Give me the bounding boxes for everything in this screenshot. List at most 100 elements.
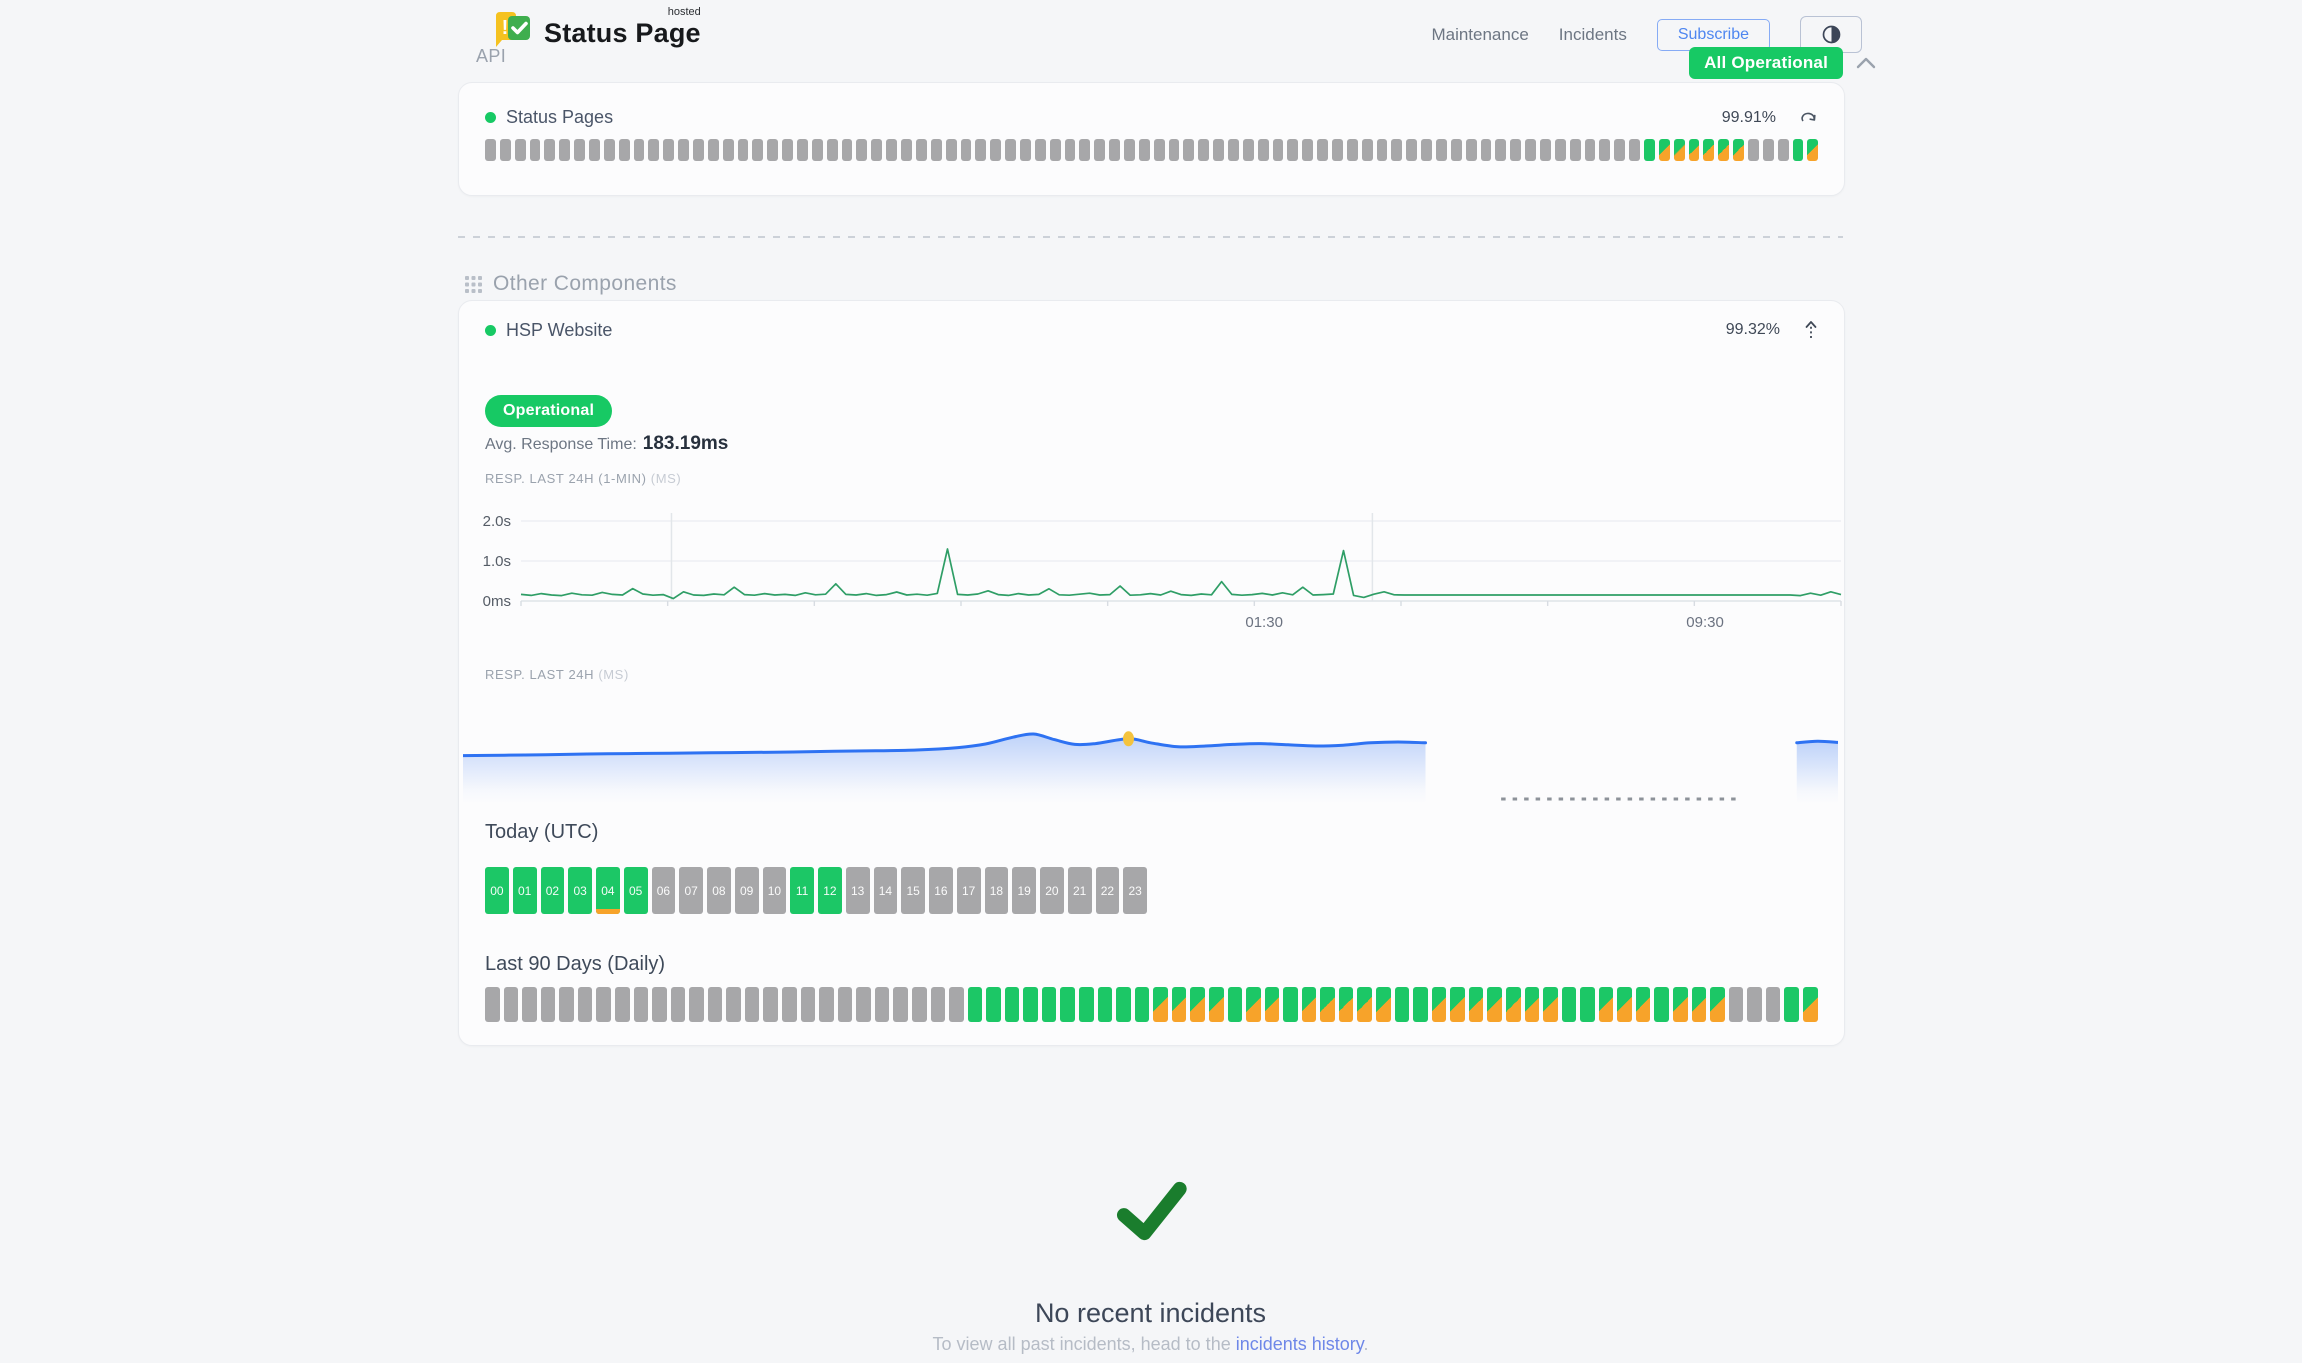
status-block bbox=[1395, 987, 1410, 1022]
status-block bbox=[856, 987, 871, 1022]
chart1-unit: (MS) bbox=[651, 471, 682, 486]
status-block bbox=[1258, 139, 1269, 161]
avg-response-value: 183.19ms bbox=[643, 433, 729, 454]
status-block: 17 bbox=[957, 867, 981, 914]
status-block bbox=[1580, 987, 1595, 1022]
status-block bbox=[1451, 139, 1462, 161]
status-block bbox=[678, 139, 689, 161]
status-block: 16 bbox=[929, 867, 953, 914]
refresh-icon[interactable] bbox=[1800, 110, 1818, 126]
operational-badge: Operational bbox=[485, 395, 612, 427]
status-block bbox=[1169, 139, 1180, 161]
component-name: HSP Website bbox=[506, 320, 612, 341]
incidents-history-link[interactable]: incidents history bbox=[1236, 1334, 1364, 1354]
status-block bbox=[1079, 139, 1090, 161]
status-block bbox=[1718, 139, 1729, 161]
status-block bbox=[1570, 139, 1581, 161]
status-block bbox=[578, 987, 593, 1022]
status-block bbox=[708, 987, 723, 1022]
status-block bbox=[689, 987, 704, 1022]
status-block: 12 bbox=[818, 867, 842, 914]
status-block bbox=[1060, 987, 1075, 1022]
brand-text: Status Page hosted bbox=[544, 18, 701, 49]
status-block bbox=[574, 139, 585, 161]
status-block bbox=[1098, 987, 1113, 1022]
chart2-label: RESP. LAST 24H (MS) bbox=[485, 667, 629, 682]
status-block bbox=[856, 139, 867, 161]
status-block bbox=[1273, 139, 1284, 161]
status-block: 02 bbox=[541, 867, 565, 914]
status-block bbox=[819, 987, 834, 1022]
nav-maintenance[interactable]: Maintenance bbox=[1431, 25, 1528, 45]
status-block bbox=[931, 987, 946, 1022]
status-block: 18 bbox=[985, 867, 1009, 914]
status-block bbox=[1525, 987, 1540, 1022]
chevron-up-icon[interactable] bbox=[1855, 56, 1877, 70]
status-block: 03 bbox=[568, 867, 592, 914]
brand-logo-icon: ! bbox=[490, 8, 534, 52]
status-block bbox=[1332, 139, 1343, 161]
status-block bbox=[1376, 987, 1391, 1022]
status-block bbox=[801, 987, 816, 1022]
status-block bbox=[1116, 987, 1131, 1022]
status-block bbox=[1803, 987, 1818, 1022]
response-line-chart: 2.0s1.0s0ms01:3009:30 bbox=[471, 499, 1846, 639]
status-block bbox=[485, 987, 500, 1022]
status-block bbox=[1190, 987, 1205, 1022]
status-block bbox=[1436, 139, 1447, 161]
status-block bbox=[871, 139, 882, 161]
status-block bbox=[1124, 139, 1135, 161]
status-block bbox=[544, 139, 555, 161]
status-block bbox=[1562, 987, 1577, 1022]
status-block bbox=[1636, 987, 1651, 1022]
status-block: 21 bbox=[1068, 867, 1092, 914]
status-block bbox=[1094, 139, 1105, 161]
status-block bbox=[986, 987, 1001, 1022]
today-hourly-bar: 0001020304050607080910111213141516171819… bbox=[485, 867, 1147, 914]
status-block bbox=[1644, 139, 1655, 161]
status-block bbox=[1287, 139, 1298, 161]
status-block bbox=[1153, 987, 1168, 1022]
status-block bbox=[1510, 139, 1521, 161]
status-block: 04 bbox=[596, 867, 620, 914]
status-block bbox=[1617, 987, 1632, 1022]
status-block bbox=[500, 139, 511, 161]
component-name: Status Pages bbox=[506, 107, 613, 128]
status-block bbox=[752, 139, 763, 161]
status-block: 23 bbox=[1123, 867, 1147, 914]
status-block bbox=[1599, 139, 1610, 161]
status-block bbox=[838, 987, 853, 1022]
status-block bbox=[726, 987, 741, 1022]
global-status: All Operational bbox=[1689, 47, 1877, 79]
status-block bbox=[1347, 139, 1358, 161]
status-block bbox=[1042, 987, 1057, 1022]
status-block: 09 bbox=[735, 867, 759, 914]
incidents-subtitle: To view all past incidents, head to the … bbox=[458, 1334, 1843, 1355]
status-block bbox=[1495, 139, 1506, 161]
status-block bbox=[1540, 139, 1551, 161]
avg-response-time: Avg. Response Time:183.19ms bbox=[485, 433, 728, 455]
status-block: 13 bbox=[846, 867, 870, 914]
status-block bbox=[1481, 139, 1492, 161]
status-block bbox=[1243, 139, 1254, 161]
status-block bbox=[893, 987, 908, 1022]
status-block bbox=[842, 139, 853, 161]
status-block bbox=[1629, 139, 1640, 161]
subscribe-button[interactable]: Subscribe bbox=[1657, 19, 1770, 51]
status-block bbox=[916, 139, 927, 161]
chart2-title: RESP. LAST 24H bbox=[485, 667, 594, 682]
status-block bbox=[1466, 139, 1477, 161]
status-pages-row: Status Pages 99.91% bbox=[485, 107, 1818, 128]
nav-incidents[interactable]: Incidents bbox=[1559, 25, 1627, 45]
status-block bbox=[615, 987, 630, 1022]
status-block bbox=[559, 139, 570, 161]
trend-up-icon bbox=[1804, 319, 1818, 341]
status-block: 01 bbox=[513, 867, 537, 914]
brand-name: Status Page bbox=[544, 18, 701, 48]
status-block bbox=[886, 139, 897, 161]
subtitle-suffix: . bbox=[1363, 1334, 1368, 1354]
status-block: 05 bbox=[624, 867, 648, 914]
status-block bbox=[634, 987, 649, 1022]
status-block bbox=[1320, 987, 1335, 1022]
status-block bbox=[1689, 139, 1700, 161]
